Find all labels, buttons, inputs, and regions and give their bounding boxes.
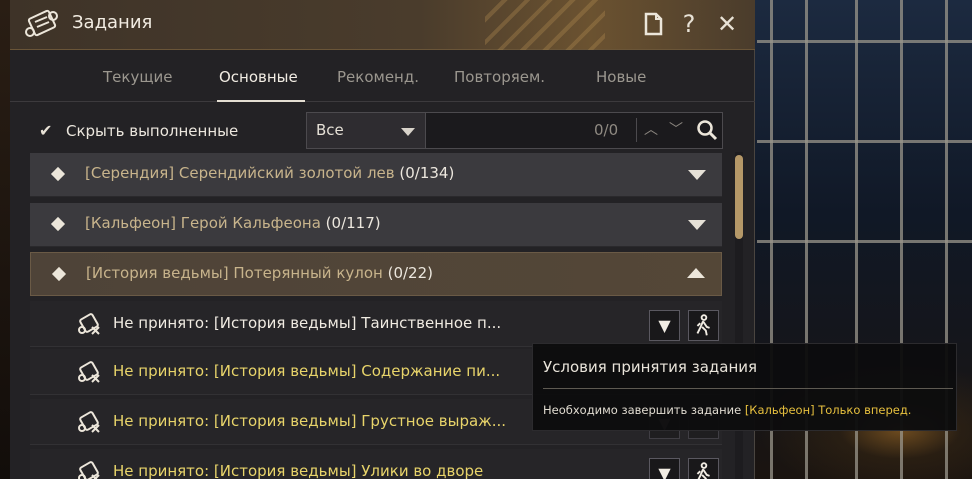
titlebar-ornament [485, 0, 605, 50]
quest-group-name: Серендийский золотой лев [178, 164, 395, 182]
expand-quest-button[interactable]: ▼ [649, 310, 680, 341]
active-tab-indicator [217, 100, 305, 102]
quest-group-name: Потерянный кулон [233, 264, 383, 282]
quest-group-name: Герой Кальфеона [180, 214, 321, 232]
tooltip-divider [543, 388, 953, 389]
quest-condition-tooltip: Условия принятия задания Необходимо заве… [532, 343, 957, 431]
chevron-down-icon [401, 128, 415, 136]
window-title: Задания [72, 12, 153, 33]
quest-filter-select[interactable]: Все [306, 112, 426, 149]
quest-title: Не принято: [История ведьмы] Грустное вы… [113, 412, 507, 430]
tooltip-title: Условия принятия задания [543, 358, 758, 376]
diamond-icon [50, 166, 66, 182]
hide-completed-checkbox[interactable]: ✔ [39, 123, 55, 139]
hide-completed-label[interactable]: Скрыть выполненные [66, 122, 238, 140]
game-screen: Задания ? ✕ Текущие Основные Рекоменд. П… [0, 0, 972, 479]
window-titlebar[interactable]: Задания ? ✕ [10, 0, 755, 50]
quest-group-title: [Серендия] Серендийский золотой лев (0/1… [85, 164, 454, 182]
quest-row[interactable]: Не принято: [История ведьмы] Улики во дв… [30, 449, 722, 479]
quest-group-region: [Серендия] [85, 164, 175, 182]
quest-scroll-icon [78, 461, 100, 479]
quest-scroll-icon [78, 411, 100, 433]
quest-title: Не принято: [История ведьмы] Содержание … [113, 362, 501, 380]
quest-filter-value: Все [316, 121, 344, 139]
rigging-rope [757, 40, 972, 43]
quest-group-region: [Кальфеон] [85, 214, 177, 232]
tab-recommended[interactable]: Рекоменд. [337, 68, 419, 86]
help-button[interactable]: ? [674, 9, 704, 39]
quest-group-title: [Кальфеон] Герой Кальфеона (0/117) [85, 214, 381, 232]
tab-bar: Текущие Основные Рекоменд. Повторяем. Но… [10, 58, 755, 102]
quest-group-row-expanded[interactable]: [История ведьмы] Потерянный кулон (0/22) [30, 252, 722, 296]
expand-quest-button[interactable]: ▼ [649, 458, 680, 479]
quest-group-row[interactable]: [Серендия] Серендийский золотой лев (0/1… [30, 153, 722, 197]
auto-navigate-icon[interactable] [688, 458, 719, 479]
search-match-count: 0/0 [594, 121, 619, 139]
quest-scroll-icon [78, 313, 100, 335]
scrollbar-thumb[interactable] [735, 155, 743, 239]
tooltip-body: Необходимо завершить задание [Кальфеон] … [543, 403, 911, 417]
quest-group-count: (0/134) [399, 164, 455, 182]
quest-group-count: (0/22) [387, 264, 433, 282]
next-match-button[interactable]: ﹀ [669, 119, 683, 139]
quest-title: Не принято: [История ведьмы] Таинственно… [113, 314, 502, 332]
rigging-rope [757, 140, 972, 143]
chevron-up-icon[interactable] [687, 268, 705, 278]
chevron-down-icon[interactable] [688, 170, 706, 180]
quest-scroll-icon [78, 361, 100, 383]
tab-repeatable[interactable]: Повторяем. [454, 68, 545, 86]
tooltip-body-text: Необходимо завершить задание [543, 403, 745, 417]
auto-navigate-icon[interactable] [688, 310, 719, 341]
diamond-icon [50, 216, 66, 232]
quest-row[interactable]: Не принято: [История ведьмы] Таинственно… [30, 301, 722, 347]
document-icon[interactable] [638, 9, 668, 39]
tab-main[interactable]: Основные [219, 68, 298, 86]
quest-title: Не принято: [История ведьмы] Улики во дв… [113, 462, 484, 479]
prev-match-button[interactable]: ︿ [644, 119, 658, 139]
scroll-icon [25, 9, 58, 37]
tooltip-required-quest: [Кальфеон] Только вперед. [744, 403, 912, 417]
tab-new[interactable]: Новые [596, 68, 646, 86]
quest-group-title: [История ведьмы] Потерянный кулон (0/22) [86, 264, 433, 282]
quest-group-count: (0/117) [325, 214, 381, 232]
rigging-rope [757, 240, 972, 243]
divider [636, 118, 637, 142]
game-background-left [0, 0, 10, 479]
quest-group-region: [История ведьмы] [86, 264, 229, 282]
diamond-icon [51, 266, 67, 282]
close-button[interactable]: ✕ [712, 9, 742, 39]
tab-current[interactable]: Текущие [103, 68, 172, 86]
quest-group-row[interactable]: [Кальфеон] Герой Кальфеона (0/117) [30, 203, 722, 247]
chevron-down-icon[interactable] [688, 220, 706, 230]
search-icon[interactable] [696, 119, 718, 141]
